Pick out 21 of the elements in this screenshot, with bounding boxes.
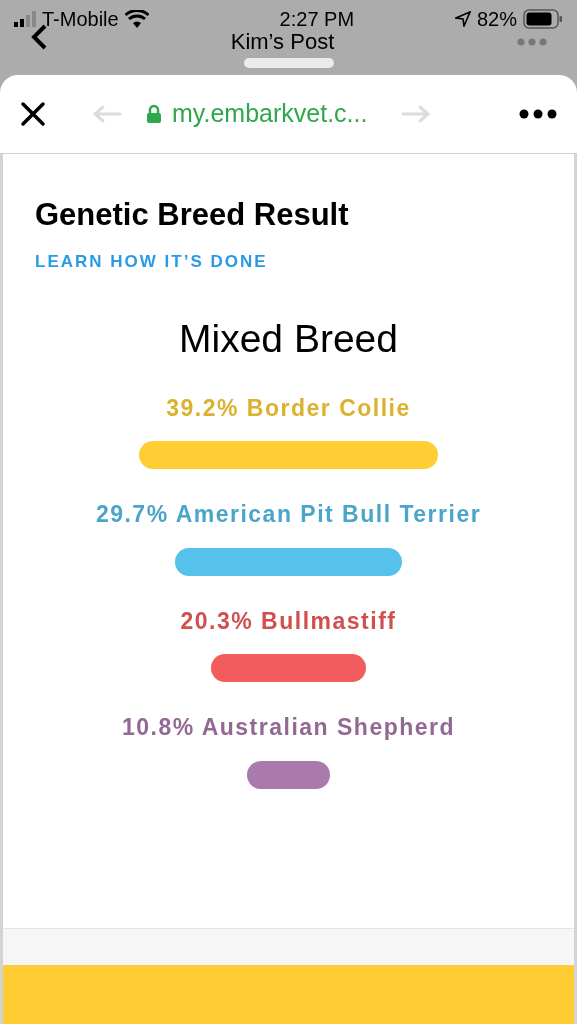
page-title: Genetic Breed Result — [35, 196, 350, 234]
close-icon[interactable] — [20, 101, 46, 127]
more-icon[interactable] — [519, 109, 557, 119]
drag-handle[interactable] — [243, 58, 334, 68]
back-chevron-icon[interactable] — [30, 24, 48, 50]
lock-icon — [146, 104, 162, 124]
breed-label: 39.2% Border Collie — [166, 393, 411, 423]
breed-label: 29.7% American Pit Bull Terrier — [95, 500, 482, 530]
result-heading: Mixed Breed — [179, 316, 398, 363]
carrier-name: T-Mobile — [42, 7, 119, 32]
location-arrow-icon — [454, 11, 471, 27]
signal-icon — [14, 11, 36, 27]
back-arrow-icon[interactable] — [92, 104, 122, 124]
battery-percent: 82% — [476, 7, 517, 32]
battery-icon — [523, 9, 563, 29]
forward-arrow-icon[interactable] — [401, 104, 432, 124]
url-text[interactable]: my.embarkvet.c... — [172, 95, 368, 133]
learn-link[interactable]: LEARN HOW IT’S DONE — [35, 248, 542, 275]
breed-label: 20.3% Bullmastiff — [180, 606, 397, 636]
wifi-icon — [124, 10, 149, 28]
breed-label: 10.8% Australian Shepherd — [121, 713, 456, 743]
